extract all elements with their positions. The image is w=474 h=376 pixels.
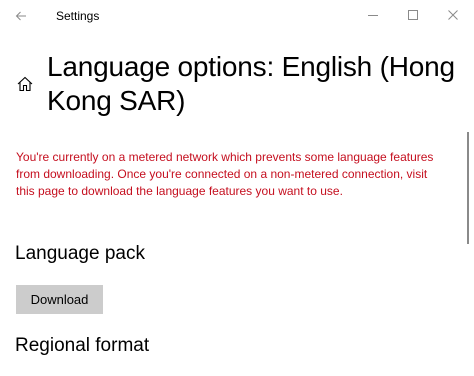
scrollbar-thumb[interactable] <box>467 132 469 244</box>
scrollbar[interactable] <box>464 32 472 376</box>
back-arrow-icon <box>15 11 26 21</box>
language-pack-heading: Language pack <box>15 243 145 264</box>
metered-network-warning: You're currently on a metered network wh… <box>16 150 434 198</box>
maximize-icon <box>408 10 418 20</box>
home-button[interactable] <box>13 72 37 96</box>
app-title: Settings <box>56 9 100 23</box>
maximize-button[interactable] <box>395 2 431 28</box>
page-title: Language options: English (Hong Kong SAR… <box>47 51 455 116</box>
close-button[interactable] <box>435 2 471 28</box>
download-button[interactable]: Download <box>16 285 103 314</box>
settings-window: Settings Language options: English (Hong… <box>0 0 474 376</box>
title-bar: Settings <box>0 0 474 32</box>
regional-format-heading: Regional format <box>15 335 150 356</box>
minimize-icon <box>368 15 378 16</box>
minimize-button[interactable] <box>355 2 391 28</box>
close-icon <box>448 10 458 20</box>
home-icon <box>17 76 33 92</box>
back-button[interactable] <box>8 3 34 29</box>
